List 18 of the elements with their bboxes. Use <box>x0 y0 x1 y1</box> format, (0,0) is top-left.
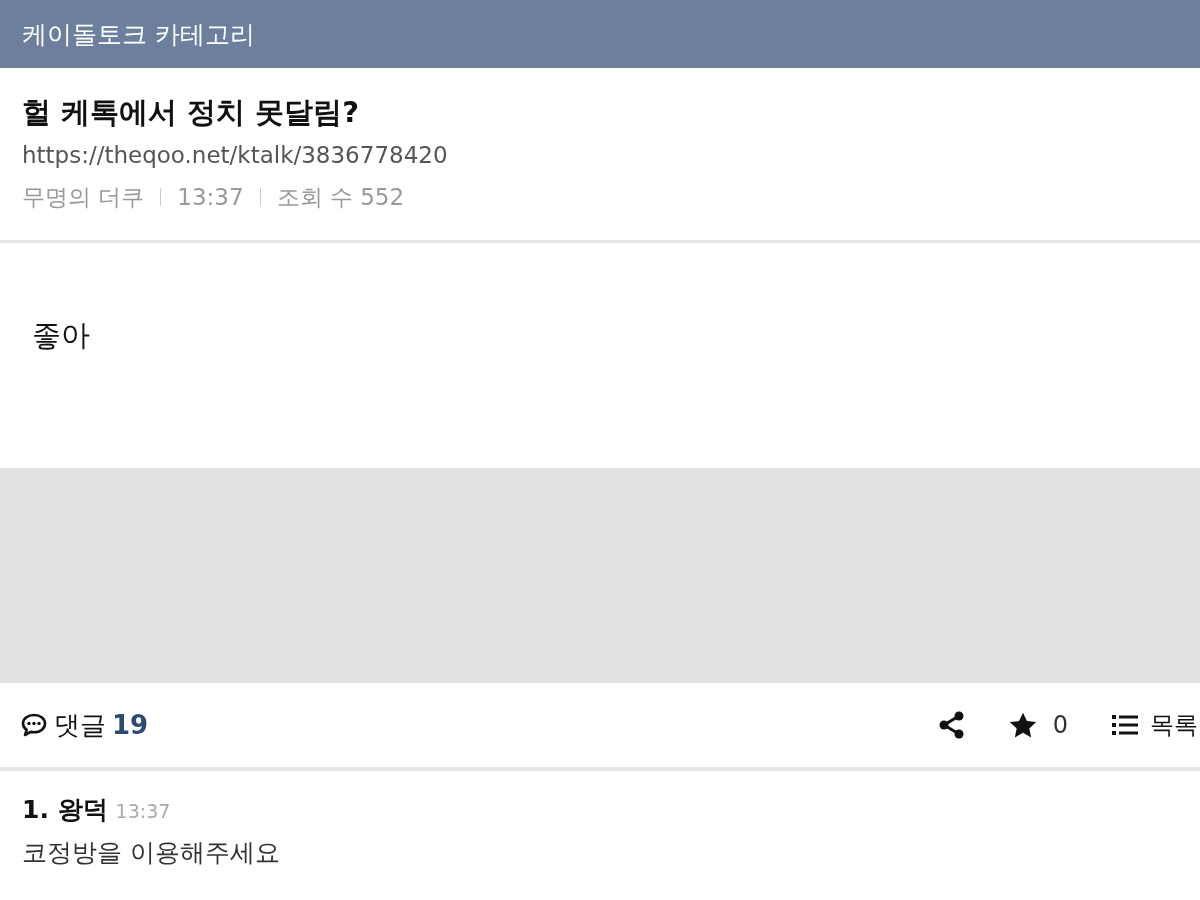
list-button[interactable]: 목록 <box>1112 709 1200 741</box>
comment-count: 19 <box>112 710 149 740</box>
view-count: 조회 수 552 <box>276 183 405 212</box>
post-url-link[interactable]: https://theqoo.net/ktalk/3836778420 <box>22 138 1178 172</box>
share-icon[interactable] <box>938 711 965 739</box>
post-body: 좋아 <box>32 317 91 354</box>
list-icon <box>1112 714 1138 736</box>
comment-text: 코정방을 이용해주세요 <box>22 837 281 869</box>
speech-bubble-icon <box>20 712 48 738</box>
comments-label: 댓글 <box>54 708 106 742</box>
star-icon[interactable] <box>1008 711 1037 739</box>
author-name: 무명의 더쿠 <box>22 183 145 212</box>
post-time: 13:37 <box>177 183 244 212</box>
comment-author: 1. 왕덕 <box>22 794 108 826</box>
comment-time: 13:37 <box>115 800 171 822</box>
category-title: 케이돌토크 카테고리 <box>22 18 255 51</box>
star-count: 0 <box>1052 711 1068 739</box>
post-title: 헐 케톡에서 정치 못달림? <box>22 94 361 131</box>
